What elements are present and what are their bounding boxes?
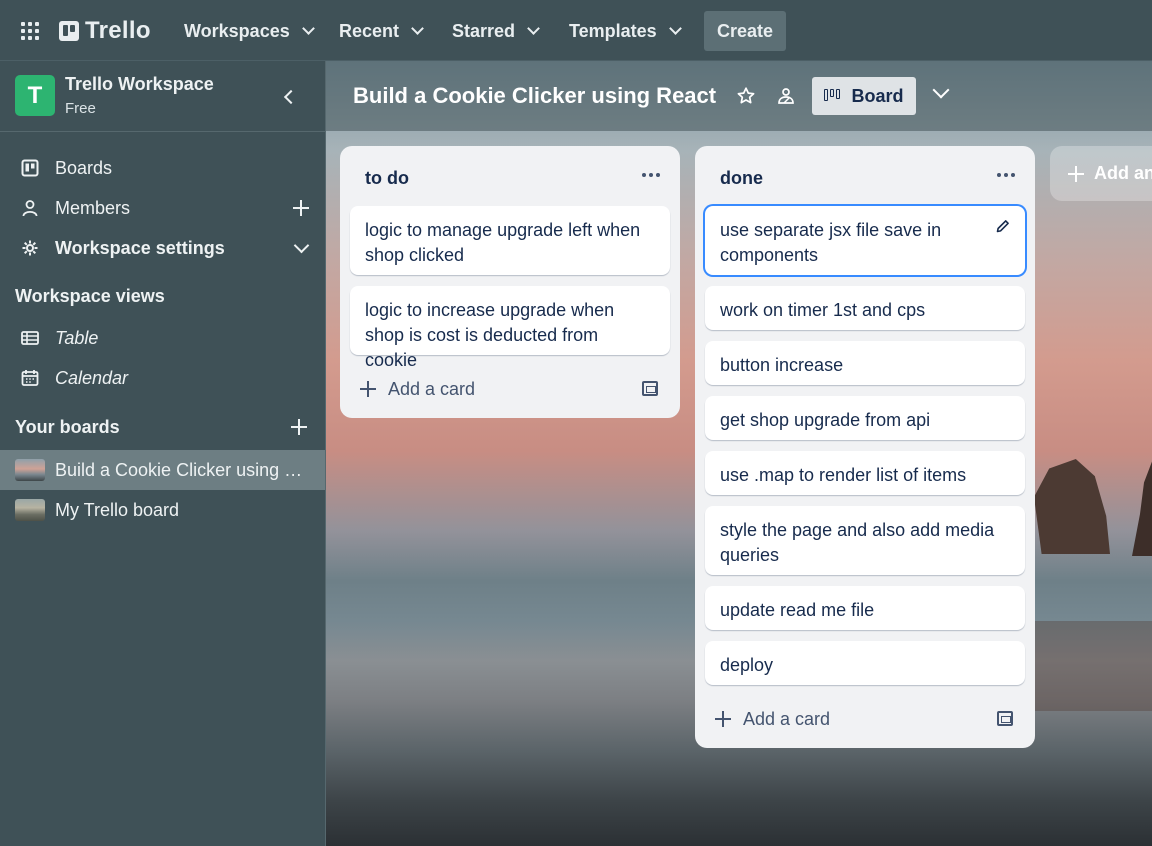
collapse-sidebar-button[interactable]: [273, 81, 305, 113]
add-board-icon[interactable]: [289, 417, 309, 437]
sidebar: T Trello Workspace Free Boards Members W…: [0, 61, 326, 846]
starred-menu-label: Starred: [452, 20, 516, 41]
list-menu-icon[interactable]: [997, 173, 1015, 177]
sidebar-item-label: Table: [55, 327, 99, 348]
list-done: done use separate jsx file save in compo…: [695, 146, 1035, 748]
sidebar-item-label: Members: [55, 197, 131, 218]
card[interactable]: use .map to render list of items: [705, 451, 1025, 495]
workspaces-menu[interactable]: Workspaces: [184, 11, 315, 51]
calendar-icon: [21, 370, 39, 386]
board-view-icon: [824, 89, 842, 103]
chevron-down-icon[interactable]: [291, 238, 311, 258]
trello-logo-icon: [59, 21, 79, 41]
add-card-button[interactable]: Add a card: [360, 374, 475, 404]
add-card-label: Add a card: [388, 378, 476, 399]
person-icon: [22, 200, 38, 217]
chevron-down-icon: [527, 22, 540, 35]
board-view-label: Board: [851, 85, 904, 106]
card-text: use separate jsx file save in components: [720, 220, 942, 265]
card[interactable]: work on timer 1st and cps: [705, 286, 1025, 330]
card-template-icon[interactable]: [997, 711, 1013, 726]
top-nav: Trello Workspaces Recent Starred Templat…: [0, 0, 1152, 61]
card[interactable]: use separate jsx file save in components: [705, 206, 1025, 275]
board-thumbnail: [15, 499, 45, 521]
recent-menu[interactable]: Recent: [339, 11, 424, 51]
your-boards-title: Your boards: [15, 417, 120, 437]
board-label: Build a Cookie Clicker using React: [55, 460, 315, 480]
star-icon[interactable]: [736, 86, 756, 106]
create-button[interactable]: Create: [704, 11, 786, 51]
card-template-icon[interactable]: [642, 381, 658, 396]
starred-menu[interactable]: Starred: [452, 11, 540, 51]
sidebar-board-my-trello[interactable]: My Trello board: [0, 490, 325, 530]
workspace-avatar[interactable]: T: [15, 75, 55, 116]
board-thumbnail: [15, 459, 45, 481]
plus-icon: [1068, 165, 1084, 182]
card[interactable]: update read me file: [705, 586, 1025, 630]
board-title[interactable]: Build a Cookie Clicker using React: [353, 83, 716, 109]
board-header: Build a Cookie Clicker using React Board: [326, 61, 1152, 131]
plus-icon: [715, 711, 731, 727]
templates-menu-label: Templates: [569, 20, 657, 41]
sidebar-board-cookie-clicker[interactable]: Build a Cookie Clicker using React: [0, 450, 325, 490]
sidebar-item-label: Boards: [55, 157, 113, 178]
pencil-icon[interactable]: [995, 218, 1011, 234]
sidebar-item-boards[interactable]: Boards: [0, 148, 325, 188]
gear-icon: [22, 240, 38, 256]
add-member-icon[interactable]: [291, 198, 311, 218]
card[interactable]: logic to increase upgrade when shop is c…: [350, 286, 670, 370]
rock-shape: [1034, 459, 1110, 554]
workspaces-menu-label: Workspaces: [184, 20, 290, 41]
sidebar-item-workspace-settings[interactable]: Workspace settings: [0, 228, 325, 268]
workspace-header: T Trello Workspace Free: [0, 61, 325, 132]
sidebar-item-members[interactable]: Members: [0, 188, 325, 228]
recent-menu-label: Recent: [339, 20, 400, 41]
chevron-down-icon[interactable]: [930, 81, 952, 103]
board-view-button[interactable]: Board: [812, 77, 916, 115]
sidebar-item-calendar[interactable]: Calendar: [0, 358, 325, 398]
sidebar-item-label: Workspace settings: [55, 237, 225, 258]
list-title[interactable]: to do: [365, 168, 409, 189]
add-card-label: Add a card: [743, 708, 831, 729]
workspace-views-title: Workspace views: [15, 286, 165, 306]
plus-icon: [360, 381, 376, 397]
table-icon: [21, 331, 39, 345]
list-to-do: to do logic to manage upgrade left when …: [340, 146, 680, 418]
add-list-button[interactable]: Add another list: [1050, 146, 1152, 201]
sidebar-item-table[interactable]: Table: [0, 318, 325, 358]
logo-text: Trello: [85, 17, 151, 44]
add-card-button[interactable]: Add a card: [715, 704, 830, 734]
templates-menu[interactable]: Templates: [569, 11, 682, 51]
add-list-label: Add another list: [1094, 163, 1152, 183]
rock-shape: [1132, 451, 1152, 556]
chevron-down-icon: [301, 22, 315, 35]
card[interactable]: deploy: [705, 641, 1025, 685]
rock-reflection: [1026, 621, 1152, 711]
visibility-icon[interactable]: [776, 86, 796, 106]
chevron-down-icon: [668, 22, 682, 35]
workspace-plan: Free: [65, 100, 96, 117]
card[interactable]: logic to manage upgrade left when shop c…: [350, 206, 670, 275]
list-menu-icon[interactable]: [642, 173, 660, 177]
card[interactable]: style the page and also add media querie…: [705, 506, 1025, 575]
chevron-down-icon: [411, 22, 424, 35]
list-title[interactable]: done: [720, 168, 763, 189]
board-icon: [21, 159, 39, 177]
app-switcher-icon[interactable]: [21, 22, 39, 40]
trello-logo[interactable]: Trello: [59, 17, 151, 45]
sidebar-item-label: Calendar: [55, 367, 129, 388]
board-label: My Trello board: [55, 500, 180, 520]
card[interactable]: button increase: [705, 341, 1025, 385]
workspace-name[interactable]: Trello Workspace: [65, 74, 214, 95]
card[interactable]: get shop upgrade from api: [705, 396, 1025, 440]
